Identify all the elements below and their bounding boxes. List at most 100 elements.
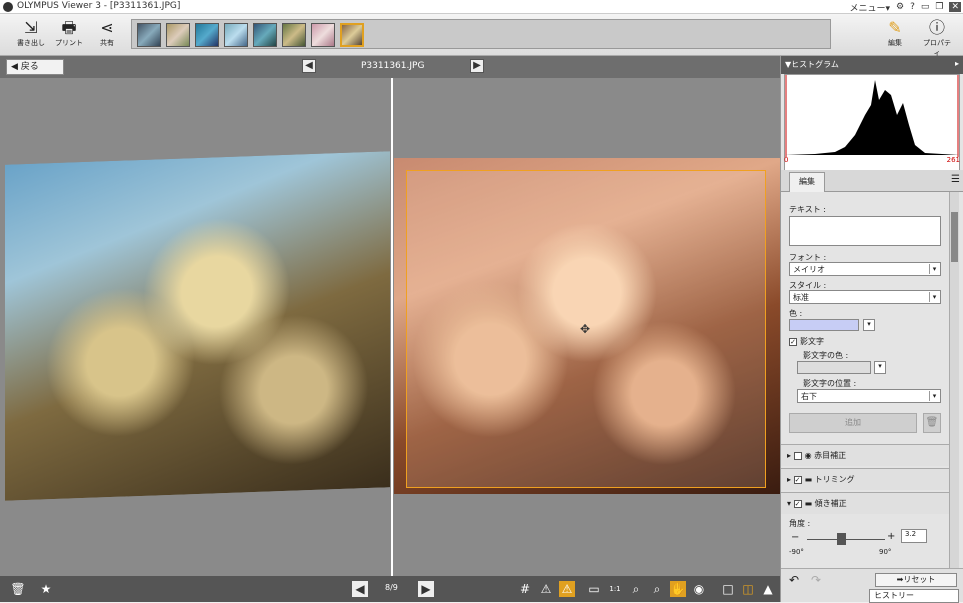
style-select[interactable]: 标准 ▾ (789, 290, 941, 304)
zoom-in-icon[interactable]: ⌕ (628, 581, 644, 597)
angle-min: -90° (789, 548, 804, 556)
window-title: OLYMPUS Viewer 3 - [P3311361.JPG] (17, 1, 181, 11)
app-icon (3, 2, 13, 12)
minimize-icon[interactable]: ▭ (921, 2, 930, 12)
redeye-checkbox[interactable] (793, 451, 802, 460)
panel-scrollbar[interactable] (949, 192, 959, 568)
thumbnail[interactable] (311, 23, 335, 47)
star-icon[interactable]: ★ (38, 581, 54, 597)
section-redeye[interactable]: ▸ ◉ 赤目補正 (781, 444, 949, 466)
page-indicator: 8/9 (385, 583, 398, 592)
image-viewer: ✥ (0, 78, 780, 576)
trim-icon: ▬ (804, 475, 813, 484)
outline-pos-select[interactable]: 右下 ▾ (797, 389, 941, 403)
compare-divider[interactable] (391, 78, 393, 576)
tilt-label: 傾き補正 (814, 499, 847, 508)
minus-icon[interactable]: − (791, 532, 799, 543)
zoom-out-icon[interactable]: ⌕ (649, 581, 665, 597)
restore-icon[interactable]: ❐ (935, 2, 943, 12)
histogram-header[interactable]: ▼ヒストグラム ▸ (781, 56, 963, 74)
trash-icon[interactable]: 🗑 (10, 581, 26, 597)
grid-icon[interactable]: # (517, 581, 533, 597)
outline-color-label: 影文字の色 : (803, 351, 849, 360)
angle-slider-handle[interactable] (837, 533, 846, 545)
next-arrow-icon[interactable]: ▶ (470, 59, 484, 73)
thumbnail-selected[interactable] (340, 23, 364, 47)
hand-icon[interactable]: ✋ (670, 581, 686, 597)
back-button[interactable]: ◀ 戻る (6, 59, 64, 75)
delete-text-icon[interactable]: 🗑 (923, 413, 941, 433)
share-button[interactable]: ⋖ 共有 (90, 18, 124, 54)
histogram-label: ▼ヒストグラム (785, 60, 839, 69)
outline-checkbox[interactable]: ✓ (789, 337, 797, 346)
undo-icon[interactable]: ↶ (789, 573, 799, 587)
pencil-icon: ✎ (888, 18, 902, 37)
thumbnail[interactable] (253, 23, 277, 47)
outline-pos-label: 影文字の位置 : (803, 379, 857, 388)
export-button[interactable]: ⇲ 書き出し (14, 18, 48, 54)
alert-icon[interactable]: ▲ (760, 581, 776, 597)
print-button[interactable]: 🖶 プリント (52, 18, 86, 54)
prev-arrow-icon[interactable]: ◀ (302, 59, 316, 73)
outline-checkbox-row[interactable]: ✓ 影文字 (789, 336, 824, 347)
menu-button[interactable]: メニュー▾ (849, 1, 890, 14)
view-bar: ◀ 戻る ◀ P3311361.JPG ▶ (0, 56, 780, 78)
trimming-checkbox[interactable]: ✓ (793, 475, 802, 484)
angle-label: 角度 : (789, 519, 811, 528)
outline-color-dropdown-icon[interactable]: ▾ (874, 361, 886, 374)
history-tab[interactable]: ヒストリー (869, 589, 959, 603)
crosshair-icon[interactable]: ✥ (580, 322, 590, 336)
expand-icon[interactable]: ▸ (955, 59, 959, 68)
share-label: 共有 (100, 39, 114, 47)
color-dropdown-icon[interactable]: ▾ (863, 319, 875, 331)
next-image-icon[interactable]: ▶ (418, 581, 434, 597)
eye-icon[interactable]: ◉ (691, 581, 707, 597)
section-trimming[interactable]: ▸ ✓ ▬ トリミング (781, 468, 949, 490)
original-photo (5, 151, 390, 501)
thumbnail[interactable] (224, 23, 248, 47)
outline-color-swatch[interactable] (797, 361, 871, 374)
thumbnail[interactable] (137, 23, 161, 47)
scrollbar-thumb[interactable] (951, 212, 958, 262)
share-icon: ⋖ (100, 18, 114, 37)
highlight-icon[interactable]: ⚠ (559, 581, 575, 597)
help-icon[interactable]: ? (910, 2, 915, 12)
edit-button[interactable]: ✎ 編集 (878, 18, 912, 54)
gear-icon[interactable]: ⚙ (896, 2, 904, 12)
warning-icon[interactable]: ⚠ (538, 581, 554, 597)
color-swatch[interactable] (789, 319, 859, 331)
histogram-graph (785, 75, 959, 157)
hist-max: 261 (946, 156, 960, 164)
compare-view-icon[interactable]: ◫ (740, 581, 756, 597)
angle-input[interactable]: 3.2 (901, 529, 927, 543)
font-select[interactable]: メイリオ ▾ (789, 262, 941, 276)
tilt-checkbox[interactable]: ✓ (793, 499, 802, 508)
redo-icon[interactable]: ↷ (811, 573, 821, 587)
thumbnail[interactable] (166, 23, 190, 47)
prev-image-icon[interactable]: ◀ (352, 581, 368, 597)
add-button[interactable]: 追加 (789, 413, 917, 433)
style-value: 标准 (793, 293, 809, 302)
properties-label: プロパティ (923, 39, 951, 57)
actual-size-icon[interactable]: 1:1 (607, 581, 623, 597)
angle-slider-track[interactable] (807, 539, 885, 540)
text-label: テキスト : (789, 205, 826, 214)
print-label: プリント (55, 39, 83, 47)
fit-icon[interactable]: ▭ (586, 581, 602, 597)
export-label: 書き出し (17, 39, 45, 47)
printer-icon: 🖶 (61, 18, 77, 37)
section-tilt[interactable]: ▾ ✓ ▬ 傾き補正 (781, 492, 949, 514)
list-icon[interactable]: ☰ (951, 174, 960, 185)
chevron-down-icon: ▾ (929, 292, 939, 302)
tab-edit[interactable]: 編集 (789, 172, 825, 192)
text-input[interactable] (789, 216, 941, 246)
plus-icon[interactable]: + (887, 531, 895, 542)
close-icon[interactable]: ✕ (949, 2, 961, 12)
thumbnail[interactable] (195, 23, 219, 47)
single-view-icon[interactable]: □ (720, 581, 736, 597)
redeye-label: 赤目補正 (814, 451, 847, 460)
panel-tabs: 編集 ☰ (781, 170, 963, 192)
properties-button[interactable]: ⓘ プロパティ (920, 18, 954, 57)
thumbnail[interactable] (282, 23, 306, 47)
reset-button[interactable]: ➡リセット (875, 573, 957, 587)
